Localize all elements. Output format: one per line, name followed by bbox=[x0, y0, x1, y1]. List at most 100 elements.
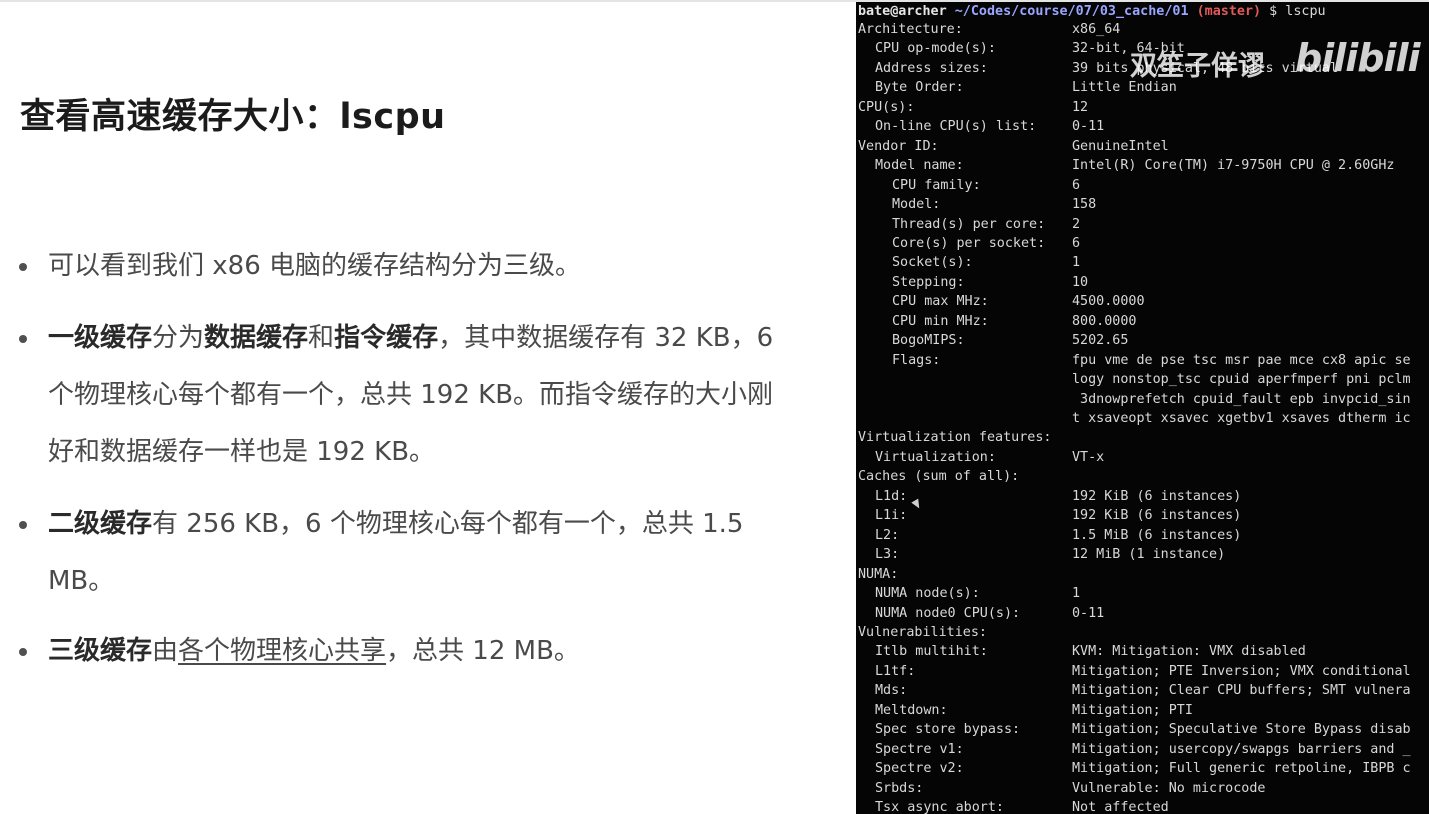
terminal-key: Virtualization features: bbox=[858, 430, 1052, 446]
bold-term: 一级缓存 bbox=[48, 323, 153, 353]
prompt-branch: (master) bbox=[1196, 4, 1262, 19]
terminal-line: t xsaveopt xsavec xgetbv1 xsaves dtherm … bbox=[856, 409, 1429, 429]
terminal-value: 6 bbox=[1072, 177, 1081, 193]
terminal-line: Model name: Intel(R) Core(TM) i7-9750H CP… bbox=[856, 156, 1429, 176]
terminal-value: 4500.0000 bbox=[1072, 294, 1145, 310]
terminal-key: Spectre v1: bbox=[875, 741, 964, 757]
terminal-key: Stepping: bbox=[892, 274, 965, 290]
terminal-value: 1 bbox=[1072, 255, 1081, 271]
terminal-line: L1i: 192 KiB (6 instances) bbox=[856, 506, 1429, 526]
terminal-line: Socket(s): 1 bbox=[856, 253, 1429, 273]
terminal-key: Address sizes: bbox=[875, 60, 988, 76]
terminal-key: CPU min MHz: bbox=[892, 313, 989, 329]
bullet-text: 三级缓存由各个物理核心共享，总共 12 MB。 bbox=[48, 623, 788, 680]
terminal-value: 1 bbox=[1072, 586, 1081, 602]
terminal-key: Model name: bbox=[875, 158, 964, 174]
terminal-line: Mds: Mitigation; Clear CPU buffers; SMT v… bbox=[856, 681, 1429, 701]
terminal-value: 6 bbox=[1072, 235, 1081, 251]
terminal-line: Spec store bypass: Mitigation; Speculativ… bbox=[856, 720, 1429, 740]
bold-term: 数据缓存 bbox=[204, 323, 309, 353]
bullet-text: 可以看到我们 x86 电脑的缓存结构分为三级。 bbox=[48, 238, 788, 295]
terminal-key: Architecture: bbox=[858, 22, 963, 37]
terminal-key: Srbds: bbox=[875, 780, 924, 796]
text-run: 分为 bbox=[152, 323, 205, 353]
terminal-value: t xsaveopt xsavec xgetbv1 xsaves dtherm … bbox=[1072, 411, 1411, 426]
terminal-value: 192 KiB (6 instances) bbox=[1072, 508, 1242, 524]
terminal-value: 5202.65 bbox=[1072, 333, 1129, 349]
terminal-key: NUMA: bbox=[858, 566, 899, 582]
terminal-window[interactable]: bate@archer ~/Codes/course/07/03_cache/0… bbox=[856, 2, 1429, 814]
terminal-key: Byte Order: bbox=[875, 80, 964, 96]
terminal-line: Vulnerabilities: bbox=[856, 623, 1429, 643]
terminal-key: L1i: bbox=[875, 508, 908, 524]
bold-term: 三级缓存 bbox=[48, 636, 153, 666]
terminal-key: Meltdown: bbox=[875, 702, 948, 718]
terminal-line: L1tf: Mitigation; PTE Inversion; VMX cond… bbox=[856, 662, 1429, 682]
terminal-value: 2 bbox=[1072, 216, 1081, 232]
terminal-line: Meltdown: Mitigation; PTI bbox=[856, 701, 1429, 721]
terminal-line: Flags: fpu vme de pse tsc msr pae mce cx8… bbox=[856, 351, 1429, 371]
terminal-key: L2: bbox=[875, 527, 900, 543]
terminal-key: NUMA node0 CPU(s): bbox=[875, 605, 1021, 621]
bold-term: 指令缓存 bbox=[334, 323, 439, 353]
text-run: 有 256 KB，6 个物理核心每个都有一个，总共 1.5 MB。 bbox=[48, 509, 744, 596]
terminal-value: Mitigation; usercopy/swapgs barriers and… bbox=[1072, 741, 1411, 757]
terminal-key: Virtualization: bbox=[875, 449, 996, 465]
terminal-value: GenuineIntel bbox=[1072, 138, 1169, 154]
shell-prompt: bate@archer ~/Codes/course/07/03_cache/0… bbox=[858, 2, 1326, 21]
terminal-line: Itlb multihit: KVM: Mitigation: VMX disab… bbox=[856, 642, 1429, 662]
bullet-dot bbox=[19, 335, 27, 343]
bullet-dot bbox=[19, 263, 27, 271]
bilibili-logo-icon: bilibili bbox=[1295, 36, 1421, 80]
terminal-key: Tsx async abort: bbox=[875, 800, 1004, 814]
prompt-command: $ lscpu bbox=[1269, 4, 1326, 19]
terminal-value: x86_64 bbox=[1072, 22, 1121, 37]
terminal-value: 3dnowprefetch cpuid_fault epb invpcid_si… bbox=[1072, 391, 1411, 407]
terminal-line: Model: 158 bbox=[856, 195, 1429, 215]
terminal-value: 12 bbox=[1072, 99, 1089, 115]
terminal-line: Thread(s) per core: 2 bbox=[856, 215, 1429, 235]
terminal-value: 158 bbox=[1072, 197, 1097, 213]
terminal-value: Vulnerable: No microcode bbox=[1072, 780, 1266, 796]
text-run: 可以看到我们 x86 电脑的缓存结构分为三级。 bbox=[48, 251, 582, 281]
terminal-line: Caches (sum of all): bbox=[856, 467, 1429, 487]
text-run: 和 bbox=[308, 323, 335, 353]
text-run: ，总共 12 MB。 bbox=[386, 636, 580, 666]
terminal-line: logy nonstop_tsc cpuid aperfmperf pni pc… bbox=[856, 370, 1429, 390]
terminal-line: Spectre v1: Mitigation; usercopy/swapgs b… bbox=[856, 740, 1429, 760]
terminal-key: CPU family: bbox=[892, 177, 981, 193]
terminal-value: Not affected bbox=[1072, 800, 1169, 814]
terminal-key: CPU(s): bbox=[858, 99, 915, 115]
terminal-line: NUMA node0 CPU(s): 0-11 bbox=[856, 604, 1429, 624]
terminal-key: CPU op-mode(s): bbox=[875, 41, 996, 57]
terminal-key: CPU max MHz: bbox=[892, 294, 989, 310]
bullet-text: 一级缓存分为数据缓存和指令缓存，其中数据缓存有 32 KB，6 个物理核心每个都… bbox=[48, 310, 788, 481]
terminal-key: L3: bbox=[875, 547, 900, 563]
text-run: 由 bbox=[152, 636, 179, 666]
terminal-value: 0-11 bbox=[1072, 605, 1105, 621]
terminal-line: CPU max MHz: 4500.0000 bbox=[856, 292, 1429, 312]
terminal-line: BogoMIPS: 5202.65 bbox=[856, 331, 1429, 351]
terminal-value: 12 MiB (1 instance) bbox=[1072, 547, 1226, 563]
terminal-line: L1d: 192 KiB (6 instances) bbox=[856, 487, 1429, 507]
terminal-value: 800.0000 bbox=[1072, 313, 1137, 329]
slide-title: 查看高速缓存大小：lscpu bbox=[20, 97, 446, 137]
terminal-line: NUMA node(s): 1 bbox=[856, 584, 1429, 604]
terminal-value: Mitigation; Clear CPU buffers; SMT vulne… bbox=[1072, 683, 1411, 699]
bold-term: 二级缓存 bbox=[48, 509, 153, 539]
terminal-line: Vendor ID: GenuineIntel bbox=[856, 137, 1429, 157]
terminal-key: NUMA node(s): bbox=[875, 586, 980, 602]
terminal-line: L2: 1.5 MiB (6 instances) bbox=[856, 526, 1429, 546]
terminal-value: fpu vme de pse tsc msr pae mce cx8 apic … bbox=[1072, 352, 1411, 368]
terminal-value: Mitigation; PTE Inversion; VMX condition… bbox=[1072, 663, 1411, 679]
terminal-value: 192 KiB (6 instances) bbox=[1072, 488, 1242, 504]
terminal-key: Model: bbox=[892, 197, 941, 213]
terminal-line: 3dnowprefetch cpuid_fault epb invpcid_si… bbox=[856, 390, 1429, 410]
terminal-key: On-line CPU(s) list: bbox=[875, 119, 1037, 135]
watermark-text: 双笙子佯谬 bbox=[1130, 51, 1265, 82]
terminal-line: Virtualization features: bbox=[856, 428, 1429, 448]
terminal-value: Mitigation; Full generic retpoline, IBPB… bbox=[1072, 761, 1411, 777]
terminal-key: Caches (sum of all): bbox=[858, 469, 1020, 485]
terminal-key: Spec store bypass: bbox=[875, 722, 1021, 738]
terminal-key: Vulnerabilities: bbox=[858, 624, 987, 640]
